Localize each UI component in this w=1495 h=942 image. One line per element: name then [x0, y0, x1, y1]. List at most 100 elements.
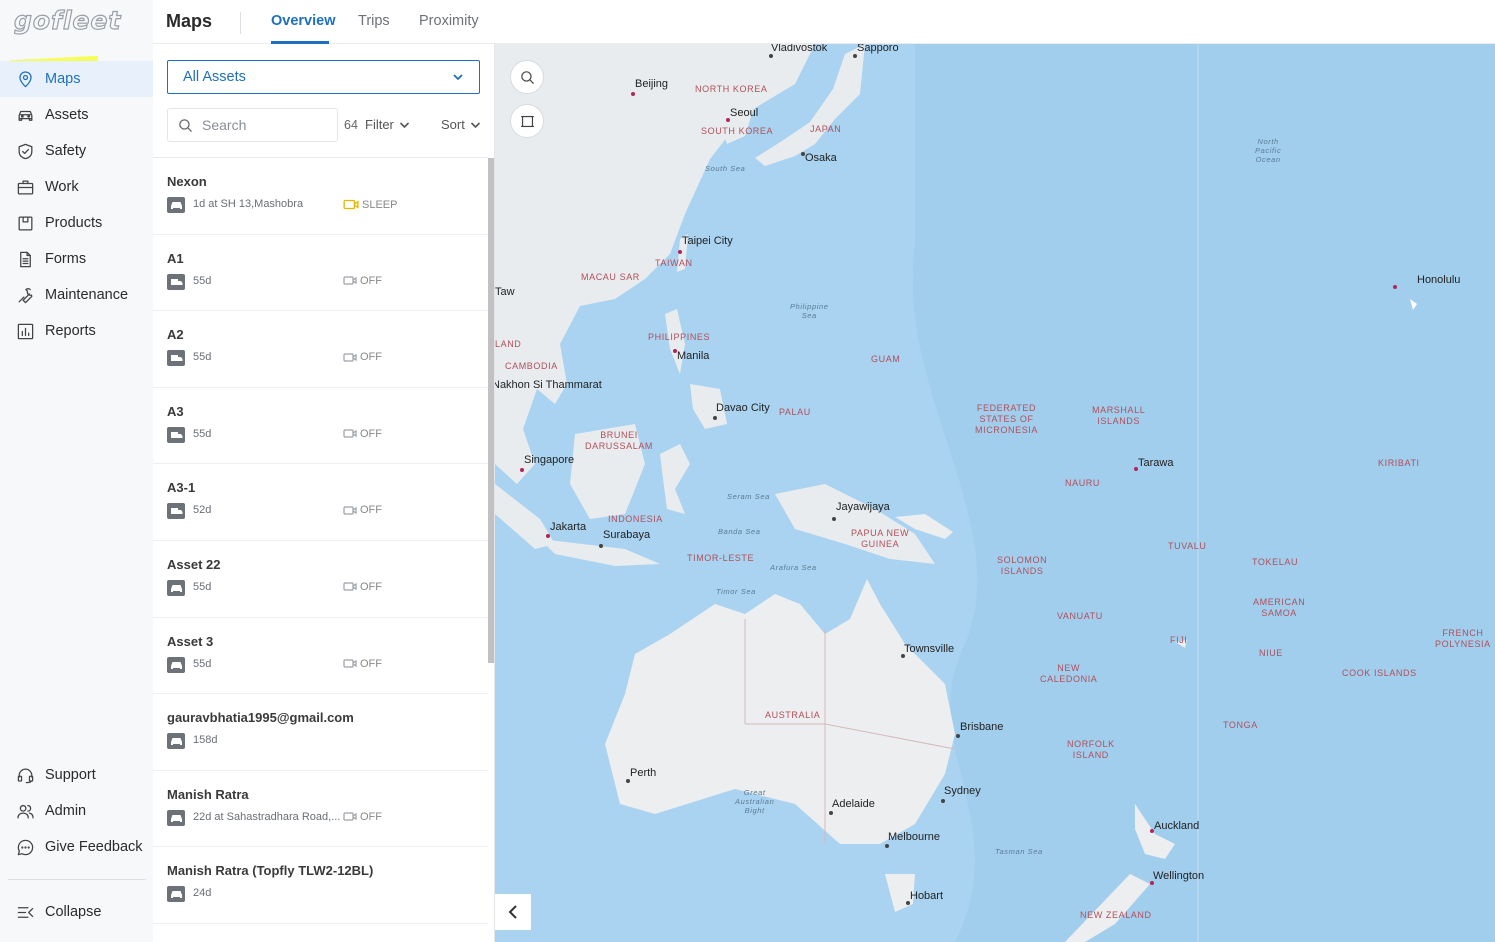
sidebar-item-label: Admin — [45, 803, 87, 819]
car-icon — [167, 809, 185, 826]
list-scrollbar[interactable] — [488, 158, 494, 663]
truck-icon — [167, 273, 185, 290]
asset-last-seen: 55d — [193, 580, 212, 593]
asset-row[interactable]: Asset 22 55d OFF — [153, 541, 488, 618]
sidebar-item-give-feedback[interactable]: Give Feedback — [0, 829, 153, 865]
city-label: Sydney — [944, 785, 981, 797]
asset-name: gauravbhatia1995@gmail.com — [167, 710, 354, 726]
sea-label: Arafura Sea — [770, 563, 817, 572]
filter-button[interactable]: Filter — [365, 117, 410, 132]
sidebar-item-products[interactable]: Products — [0, 205, 153, 241]
map-search-button[interactable] — [510, 60, 544, 94]
top-header: Maps Overview Trips Proximity — [153, 0, 1495, 44]
status-badge: SLEEP — [343, 198, 397, 211]
city-marker — [520, 468, 524, 472]
country-label: TONGA — [1223, 720, 1258, 730]
country-label: FIJI — [1170, 635, 1188, 645]
country-label: COOK ISLANDS — [1342, 668, 1417, 678]
sidebar-item-maintenance[interactable]: Maintenance — [0, 277, 153, 313]
sidebar-item-admin[interactable]: Admin — [0, 793, 153, 829]
asset-group-select[interactable]: All Assets — [167, 60, 480, 94]
city-label: Taw — [495, 286, 515, 298]
country-label: NAURU — [1065, 478, 1101, 488]
sidebar-item-label: Give Feedback — [45, 839, 143, 855]
map-base — [495, 44, 1495, 942]
asset-row[interactable]: Manish Ratra (Topfly TLW2-12BL) 24d — [153, 847, 488, 924]
city-marker — [829, 811, 833, 815]
sidebar-item-safety[interactable]: Safety — [0, 133, 153, 169]
asset-last-seen: 22d at Sahastradhara Road,... — [193, 810, 341, 823]
country-label: NORFOLK ISLAND — [1067, 739, 1115, 760]
status-text: OFF — [360, 657, 382, 670]
status-text: OFF — [360, 504, 382, 517]
city-marker — [599, 544, 603, 548]
city-label: Singapore — [524, 454, 575, 466]
asset-panel: All Assets 64 Filter Sort Nexon 1d at SH… — [153, 44, 495, 942]
collapse-panel-button[interactable] — [495, 894, 531, 930]
header-divider — [240, 12, 241, 34]
camera-icon — [343, 811, 360, 822]
asset-name: A1 — [167, 250, 184, 266]
country-label: NIUE — [1259, 648, 1283, 658]
search-input[interactable] — [202, 117, 322, 133]
status-badge: OFF — [343, 581, 382, 593]
sea-label: Banda Sea — [718, 527, 761, 536]
asset-row[interactable]: A1 55d OFF — [153, 235, 488, 312]
country-label: AUSTRALIA — [765, 710, 821, 720]
city-label: Brisbane — [960, 721, 1004, 733]
country-label: MACAU SAR — [581, 272, 640, 282]
city-marker — [885, 844, 889, 848]
chevron-left-icon — [508, 905, 517, 919]
sort-button[interactable]: Sort — [441, 117, 481, 132]
country-label: PAPUA NEW GUINEA — [851, 528, 910, 549]
car-icon — [167, 197, 185, 213]
car-icon — [167, 733, 185, 750]
tab-proximity[interactable]: Proximity — [419, 13, 479, 29]
sidebar-item-forms[interactable]: Forms — [0, 241, 153, 277]
chat-icon — [15, 837, 35, 857]
collapse-button[interactable]: Collapse — [0, 894, 153, 930]
search-box — [167, 108, 338, 142]
country-label: PALAU — [779, 407, 811, 417]
sidebar-item-work[interactable]: Work — [0, 169, 153, 205]
sea-label: Philippine Sea — [790, 302, 829, 320]
asset-row[interactable]: Asset 3 55d OFF — [153, 618, 488, 695]
status-text: OFF — [360, 810, 382, 823]
asset-row[interactable]: gauravbhatia1995@gmail.com 158d — [153, 694, 488, 771]
country-label: TIMOR-LESTE — [687, 553, 755, 563]
city-label: Nakhon Si Thammarat — [495, 379, 602, 391]
city-marker — [631, 92, 635, 96]
map-area-select-button[interactable] — [510, 104, 544, 138]
sidebar-item-maps[interactable]: Maps — [0, 61, 153, 97]
map-pin-icon — [15, 69, 35, 89]
country-label: VANUATU — [1057, 611, 1103, 621]
truck-icon — [167, 350, 185, 367]
sidebar-item-reports[interactable]: Reports — [0, 313, 153, 349]
camera-icon — [343, 428, 360, 439]
asset-row[interactable]: A3 55d OFF — [153, 388, 488, 465]
asset-row[interactable]: Manish Ratra 22d at Sahastradhara Road,.… — [153, 771, 488, 848]
city-marker — [1393, 285, 1397, 289]
sidebar-item-label: Forms — [45, 251, 87, 267]
map-view[interactable]: Vladivostok Sapporo Beijing Seoul Osaka Taipe… — [495, 44, 1495, 942]
asset-last-seen: 1d at SH 13,Mashobra — [193, 198, 304, 210]
asset-row[interactable]: Nexon 1d at SH 13,Mashobra SLEEP — [153, 158, 488, 235]
divider — [8, 879, 146, 880]
car-icon — [167, 579, 185, 596]
country-label: JAPAN — [810, 124, 842, 134]
tab-trips[interactable]: Trips — [358, 13, 390, 29]
filter-label: Filter — [365, 117, 394, 132]
asset-name: Asset 22 — [167, 556, 221, 572]
sidebar-item-support[interactable]: Support — [0, 757, 153, 793]
asset-row[interactable]: A3-1 52d OFF — [153, 464, 488, 541]
sea-label: Seram Sea — [727, 492, 770, 501]
sidebar-item-label: Maps — [45, 71, 81, 87]
city-label: Wellington — [1153, 870, 1205, 882]
tab-overview[interactable]: Overview — [271, 13, 336, 29]
country-label: TOKELAU — [1252, 557, 1299, 567]
sidebar-item-assets[interactable]: Assets — [0, 97, 153, 133]
country-label: SOLOMON ISLANDS — [997, 555, 1048, 576]
asset-row[interactable]: A2 55d OFF — [153, 311, 488, 388]
city-marker — [941, 799, 945, 803]
asset-name: A3-1 — [167, 480, 196, 496]
